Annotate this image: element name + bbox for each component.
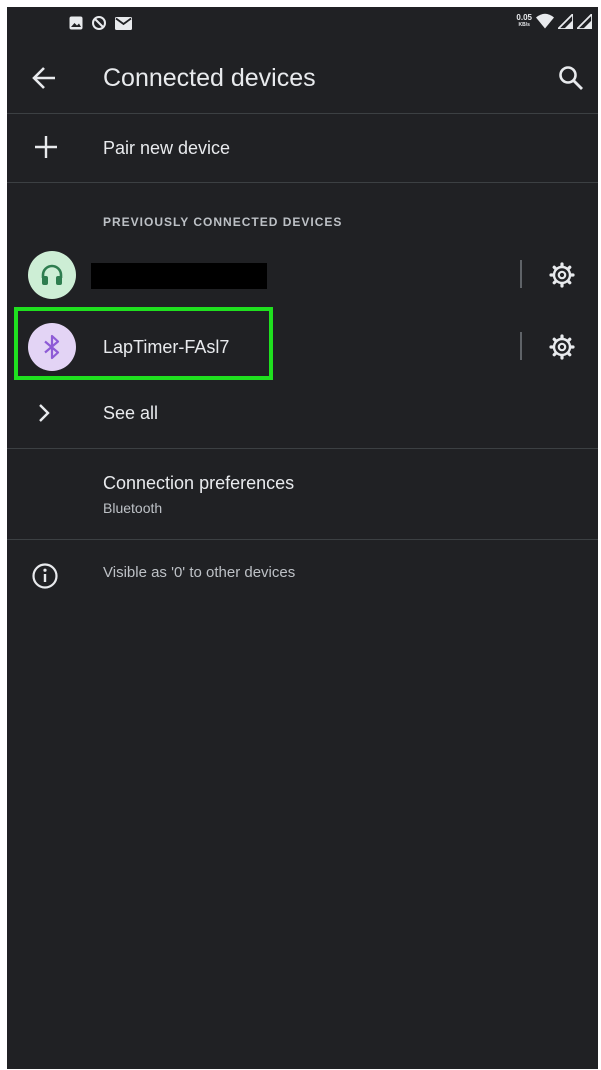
device-settings-button[interactable]: [548, 261, 576, 289]
sync-disabled-icon: [91, 15, 107, 31]
visibility-info-row: Visible as '0' to other devices: [7, 547, 598, 607]
network-speed-value: 0.05: [516, 13, 532, 22]
device-settings-button[interactable]: [548, 333, 576, 361]
mail-icon: [115, 16, 132, 30]
network-speed: 0.05 KB/s: [516, 13, 532, 29]
vertical-separator: [520, 260, 522, 288]
device-row-redacted[interactable]: [7, 241, 598, 309]
redacted-device-name: [91, 263, 267, 289]
arrow-back-icon: [32, 67, 55, 89]
highlight-box: [14, 307, 273, 380]
signal-icon: [577, 13, 592, 29]
search-icon: [559, 66, 583, 90]
info-icon: [31, 562, 59, 590]
pair-new-device-row[interactable]: Pair new device: [7, 114, 598, 182]
divider: [7, 182, 598, 183]
divider: [7, 539, 598, 540]
screen: 0.05 KB/s Connected devices Pair new dev…: [7, 7, 598, 1069]
section-header: PREVIOUSLY CONNECTED DEVICES: [103, 215, 343, 229]
search-button[interactable]: [556, 63, 586, 93]
status-bar: 0.05 KB/s: [7, 7, 598, 41]
device-avatar: [28, 251, 76, 299]
app-bar: Connected devices: [7, 41, 598, 113]
wifi-icon: [536, 13, 554, 29]
headphones-icon: [41, 264, 63, 285]
visibility-info-label: Visible as '0' to other devices: [103, 564, 296, 581]
status-left: [69, 15, 132, 31]
signal-icon: [558, 13, 573, 29]
status-right: 0.05 KB/s: [516, 13, 592, 29]
pair-new-device-label: Pair new device: [103, 138, 231, 158]
plus-icon: [33, 134, 59, 160]
see-all-row[interactable]: See all: [7, 385, 598, 443]
gear-icon: [549, 334, 575, 360]
back-button[interactable]: [29, 63, 59, 93]
chevron-right-icon: [35, 401, 53, 425]
gear-icon: [549, 262, 575, 288]
vertical-separator: [520, 332, 522, 360]
connection-preferences-row[interactable]: Connection preferences Bluetooth: [7, 449, 598, 537]
image-icon: [69, 16, 83, 30]
see-all-label: See all: [103, 403, 159, 423]
page-title: Connected devices: [103, 64, 316, 92]
connection-preferences-label: Connection preferences: [103, 473, 295, 493]
connection-preferences-sublabel: Bluetooth: [103, 500, 163, 516]
network-speed-unit: KB/s: [518, 22, 530, 28]
